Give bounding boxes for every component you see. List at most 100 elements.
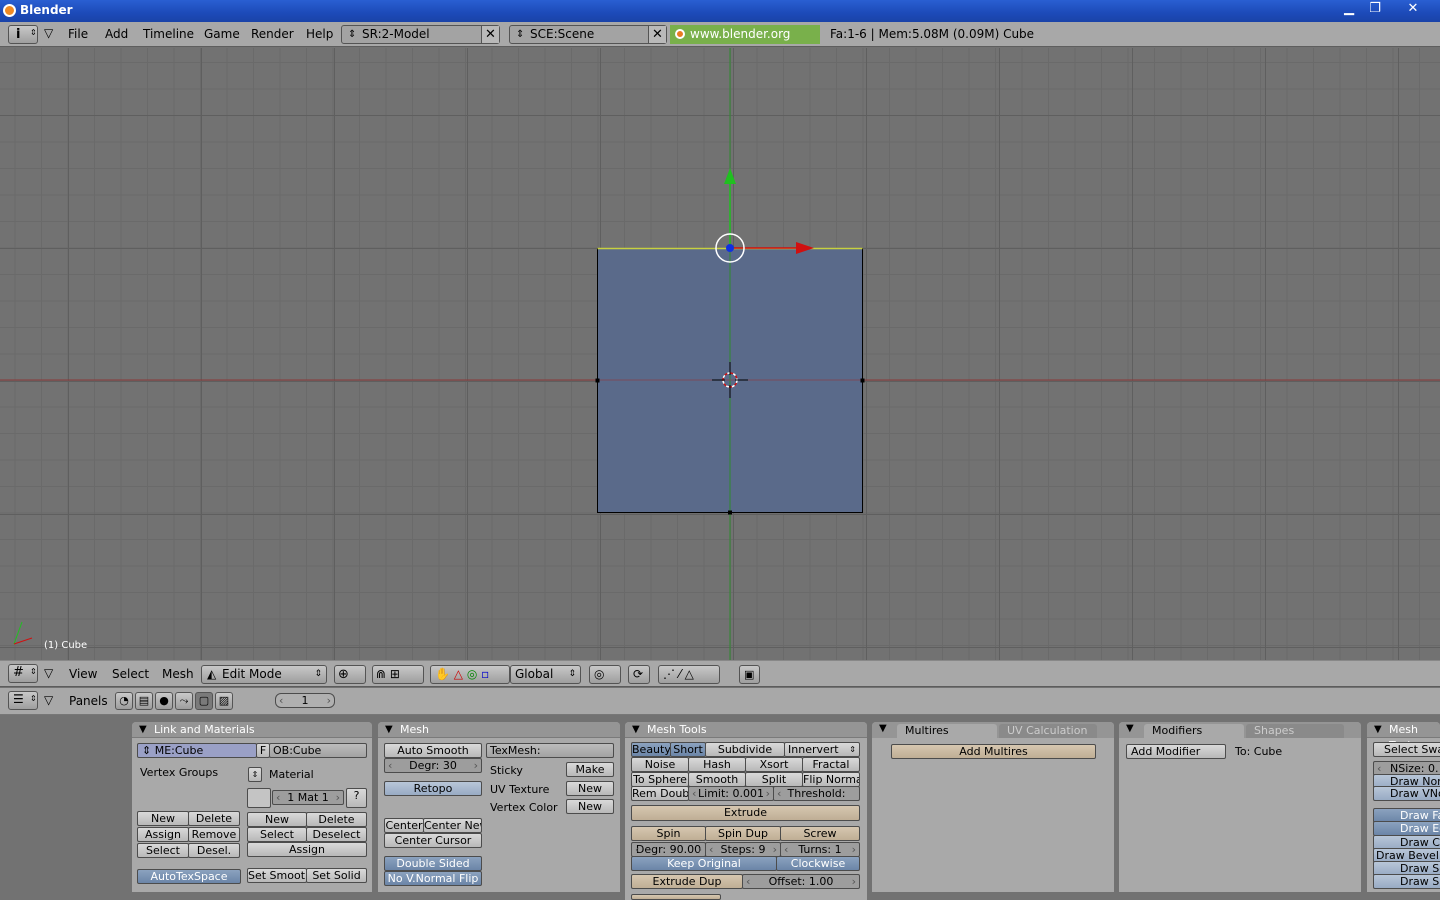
collapse-panel-icon[interactable]: ▼	[1126, 723, 1134, 734]
innervert-selector[interactable]: Innervert ⇕	[784, 742, 860, 757]
select-mode-buttons[interactable]: ⋰ ⁄ △	[658, 665, 720, 684]
collapse-menu-icon[interactable]: ▽	[44, 693, 53, 707]
add-modifier-button[interactable]: Add Modifier	[1126, 744, 1226, 759]
material-select-button[interactable]: Select	[247, 827, 307, 842]
fractal-button[interactable]: Fractal	[802, 757, 860, 772]
tab-modifiers[interactable]: Modifiers	[1144, 724, 1244, 738]
material-deselect-button[interactable]: Deselect	[306, 827, 367, 842]
auto-smooth-toggle[interactable]: Auto Smooth	[384, 743, 482, 758]
center-cursor-button[interactable]: Center Cursor	[384, 833, 482, 848]
subdivide-button[interactable]: Subdivide	[705, 742, 785, 757]
collapse-panel-icon[interactable]: ▼	[879, 723, 887, 734]
set-smooth-button[interactable]: Set Smooth	[247, 868, 307, 883]
screw-button[interactable]: Screw	[780, 826, 860, 841]
menu-view[interactable]: View	[69, 667, 97, 681]
short-toggle[interactable]: Short	[670, 742, 706, 757]
render-preview-button[interactable]: ▣	[739, 665, 760, 684]
material-slot-field[interactable]: 1 Mat 1	[272, 790, 344, 805]
layer-draw-selector[interactable]: ⋒ ⊞	[372, 665, 424, 684]
maximize-icon[interactable]: ❐	[1364, 0, 1386, 18]
vertex-group-menu[interactable]: ⇕	[248, 767, 262, 782]
draw-edges-toggle[interactable]: Draw Ed	[1373, 821, 1440, 836]
panels-menu[interactable]: Panels	[69, 694, 108, 708]
orientation-selector[interactable]: Global ⇕	[510, 665, 581, 684]
add-multires-button[interactable]: Add Multires	[891, 744, 1096, 759]
menu-file[interactable]: File	[68, 27, 88, 41]
collapse-panel-icon[interactable]: ▼	[1374, 722, 1382, 738]
double-sided-toggle[interactable]: Double Sided	[384, 856, 482, 871]
clockwise-toggle[interactable]: Clockwise	[776, 856, 860, 871]
material-delete-button[interactable]: Delete	[306, 812, 367, 827]
threshold-field[interactable]: Threshold: 0.010	[773, 786, 860, 801]
texmesh-field[interactable]: TexMesh:	[486, 743, 614, 758]
delete-scene-icon[interactable]: ✕	[648, 26, 666, 43]
hash-button[interactable]: Hash	[688, 757, 746, 772]
vertex-color-new-button[interactable]: New	[566, 799, 614, 814]
menu-help[interactable]: Help	[306, 27, 333, 41]
shading-context-icon[interactable]: ●	[155, 692, 173, 710]
menu-timeline[interactable]: Timeline	[143, 27, 194, 41]
uv-texture-new-button[interactable]: New	[566, 781, 614, 796]
no-vnormal-flip-toggle[interactable]: No V.Normal Flip	[384, 871, 482, 886]
editing-context-icon[interactable]: ▢	[195, 692, 213, 710]
flip-normal-button[interactable]: Flip Normal	[802, 772, 860, 787]
menu-add[interactable]: Add	[105, 27, 128, 41]
vgroup-remove-button[interactable]: Remove	[188, 827, 240, 842]
frame-field[interactable]: 1	[275, 693, 335, 708]
remove-doubles-button[interactable]: Rem Doubl	[631, 786, 689, 801]
draw-vnormals-toggle[interactable]: Draw VNor	[1373, 786, 1440, 801]
sticky-make-button[interactable]: Make	[566, 762, 614, 777]
to-sphere-button[interactable]: To Sphere	[631, 772, 689, 787]
autotexspace-toggle[interactable]: AutoTexSpace	[137, 869, 241, 884]
extrude-offset-field[interactable]: Offset: 1.00	[742, 874, 860, 889]
close-icon[interactable]: ✕	[1402, 0, 1424, 18]
mesh-name-field[interactable]: ⇕ ME:Cube	[137, 743, 257, 758]
scene-selector[interactable]: ⇕ SCE:Scene ✕	[509, 25, 667, 44]
scene-context-icon[interactable]: ▨	[215, 692, 233, 710]
center-new-button[interactable]: Center New	[423, 818, 482, 833]
collapse-panel-icon[interactable]: ▼	[632, 722, 640, 738]
menu-select[interactable]: Select	[112, 667, 149, 681]
smooth-button[interactable]: Smooth	[688, 772, 746, 787]
limit-field[interactable]: Limit: 0.001	[688, 786, 774, 801]
vgroup-deselect-button[interactable]: Desel.	[188, 843, 240, 858]
minimize-icon[interactable]: ▁	[1338, 0, 1360, 18]
retopo-toggle[interactable]: Retopo	[384, 781, 482, 796]
draw-sharp-toggle[interactable]: Draw Sh	[1373, 874, 1440, 889]
noise-button[interactable]: Noise	[631, 757, 689, 772]
keep-original-toggle[interactable]: Keep Original	[631, 856, 777, 871]
occlude-button[interactable]: ⟳	[628, 665, 650, 684]
3d-viewport[interactable]: (1) Cube	[0, 48, 1440, 660]
menu-render[interactable]: Render	[251, 27, 294, 41]
material-assign-button[interactable]: Assign	[247, 842, 367, 857]
xsort-button[interactable]: Xsort	[745, 757, 803, 772]
tab-uv-calculation[interactable]: UV Calculation	[999, 724, 1097, 738]
mode-selector[interactable]: ◭ Edit Mode ⇕	[201, 665, 327, 684]
menu-game[interactable]: Game	[204, 27, 240, 41]
spin-degree-field[interactable]: Degr: 90.00	[631, 842, 706, 857]
partial-button[interactable]	[631, 894, 721, 900]
menu-mesh[interactable]: Mesh	[162, 667, 194, 681]
material-color-swatch[interactable]	[247, 788, 271, 808]
collapse-panel-icon[interactable]: ▼	[139, 722, 147, 738]
editor-type-button[interactable]: # ⇕	[8, 664, 38, 683]
autosmooth-degree-field[interactable]: Degr: 30	[384, 758, 482, 773]
tab-multires[interactable]: Multires	[897, 724, 997, 738]
split-button[interactable]: Split	[745, 772, 803, 787]
select-swap-button[interactable]: Select Swap	[1373, 742, 1440, 757]
fake-user-button[interactable]: F	[256, 743, 270, 758]
logic-context-icon[interactable]: ◔	[115, 692, 133, 710]
center-button[interactable]: Center	[384, 818, 424, 833]
set-solid-button[interactable]: Set Solid	[306, 868, 367, 883]
object-name-field[interactable]: OB:Cube	[269, 743, 367, 758]
extrude-button[interactable]: Extrude	[631, 805, 860, 821]
proportional-edit-button[interactable]: ◎	[589, 665, 621, 684]
website-link[interactable]: www.blender.org 249.2	[670, 25, 820, 60]
collapse-menu-icon[interactable]: ▽	[44, 26, 53, 40]
material-help-button[interactable]: ?	[346, 788, 367, 808]
object-context-icon[interactable]: ⤳	[175, 692, 193, 710]
vgroup-assign-button[interactable]: Assign	[137, 827, 189, 842]
extrude-dup-button[interactable]: Extrude Dup	[631, 874, 743, 889]
vgroup-select-button[interactable]: Select	[137, 843, 189, 858]
script-context-icon[interactable]: ▤	[135, 692, 153, 710]
